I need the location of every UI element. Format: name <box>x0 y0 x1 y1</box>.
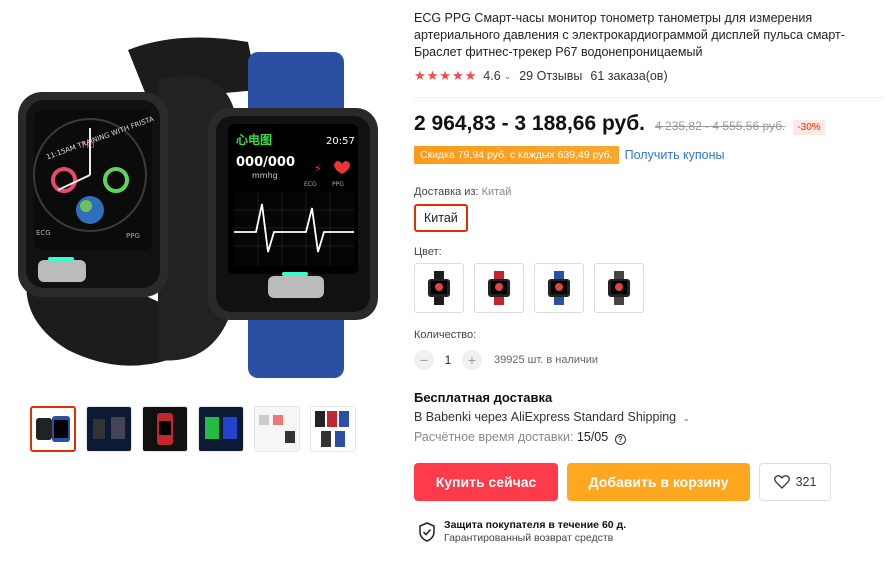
shield-check-icon <box>419 521 435 542</box>
quantity-stepper: − 1 + 39925 шт. в наличии <box>414 350 884 370</box>
action-buttons: Купить сейчас Добавить в корзину 321 <box>414 463 884 501</box>
color-option-metal[interactable] <box>594 263 644 313</box>
wishlist-button[interactable]: 321 <box>759 463 831 501</box>
thumbnail-6[interactable] <box>310 406 356 452</box>
discount-badge: -30% <box>793 120 825 135</box>
thumbnail-4[interactable] <box>198 406 244 452</box>
svg-text:⚡: ⚡ <box>314 162 322 175</box>
protection-subtitle: Гарантированный возврат средств <box>444 532 614 544</box>
main-product-image[interactable]: 11:15AM TRAINING WITH FRISTA FRI ECG PPG… <box>8 20 390 380</box>
product-title: ECG PPG Смарт-часы монитор тонометр тано… <box>414 11 845 59</box>
rating-value[interactable]: 4.6 <box>483 69 500 83</box>
chevron-down-icon[interactable]: ⌄ <box>504 71 512 82</box>
protection-title: Защита покупателя в течение 60 д. <box>444 519 627 531</box>
delivery-time-label: Расчётное время доставки: <box>414 430 574 444</box>
delivery-time: Расчётное время доставки: 15/05 ? <box>414 430 884 445</box>
watch-right-time: 20:57 <box>326 136 355 147</box>
quantity-input[interactable]: 1 <box>434 353 462 367</box>
orders-count: 61 заказа(ов) <box>590 69 668 83</box>
thumbnail-1[interactable] <box>30 406 76 452</box>
thumbnail-3[interactable] <box>142 406 188 452</box>
quantity-plus-button[interactable]: + <box>462 350 482 370</box>
watch-right-ppg: PPG <box>332 181 344 188</box>
color-options <box>414 263 884 313</box>
shipping-method-text[interactable]: В Babenki через AliExpress Standard Ship… <box>414 410 676 424</box>
current-price: 2 964,83 - 3 188,66 руб. <box>414 112 646 135</box>
free-shipping-title: Бесплатная доставка <box>414 390 553 405</box>
wishlist-count: 321 <box>795 475 817 489</box>
color-option-red[interactable] <box>474 263 524 313</box>
price-row: 2 964,83 - 3 188,66 руб. 4 235,82 - 4 55… <box>414 112 884 136</box>
shipping-method[interactable]: В Babenki через AliExpress Standard Ship… <box>414 410 884 424</box>
product-info: ECG PPG Смарт-часы монитор тонометр тано… <box>414 10 884 544</box>
chevron-down-icon[interactable]: ⌄ <box>683 413 691 423</box>
watch-right-unit: mmhg <box>252 171 278 180</box>
ship-from-label: Доставка из: Китай <box>414 186 884 198</box>
country-option-china[interactable]: Китай <box>414 204 468 232</box>
ship-from-text: Доставка из: <box>414 186 479 198</box>
watch-right-heading: 心电图 <box>236 132 272 147</box>
old-price: 4 235,82 - 4 555,56 руб. <box>655 119 786 133</box>
ship-from-value: Китай <box>481 186 512 198</box>
heart-icon <box>773 475 790 489</box>
quantity-label: Количество: <box>414 329 477 341</box>
watch-left-day: FRI <box>82 141 95 150</box>
quantity-minus-button[interactable]: − <box>414 350 434 370</box>
get-coupons-link[interactable]: Получить купоны <box>625 148 725 162</box>
color-label: Цвет: <box>414 246 442 258</box>
reviews-link[interactable]: 29 Отзывы <box>519 69 582 83</box>
add-to-cart-button[interactable]: Добавить в корзину <box>567 463 750 501</box>
watch-left-ecg: ECG <box>36 229 51 237</box>
thumbnail-5[interactable] <box>254 406 300 452</box>
buy-now-button[interactable]: Купить сейчас <box>414 463 558 501</box>
divider <box>414 97 884 98</box>
watch-right-ecg: ECG <box>304 181 317 188</box>
buyer-protection: Защита покупателя в течение 60 д. Гарант… <box>418 519 884 544</box>
watch-left-ppg: PPG <box>126 232 140 240</box>
color-option-black[interactable] <box>414 263 464 313</box>
rating-row: ★★★★★ 4.6 ⌄ 29 Отзывы 61 заказа(ов) <box>414 68 884 84</box>
watch-right-reading: 000/000 <box>236 155 295 170</box>
thumbnail-strip <box>30 406 356 452</box>
star-rating-icon: ★★★★★ <box>414 68 478 83</box>
stock-count: 39925 шт. в наличии <box>494 354 599 366</box>
thumbnail-2[interactable] <box>86 406 132 452</box>
help-icon[interactable]: ? <box>614 434 626 445</box>
promo-row: Скидка 79,94 руб. с каждых 639,49 руб. П… <box>414 146 884 164</box>
color-option-blue[interactable] <box>534 263 584 313</box>
delivery-date: 15/05 <box>576 430 609 444</box>
promo-badge: Скидка 79,94 руб. с каждых 639,49 руб. <box>414 146 619 164</box>
